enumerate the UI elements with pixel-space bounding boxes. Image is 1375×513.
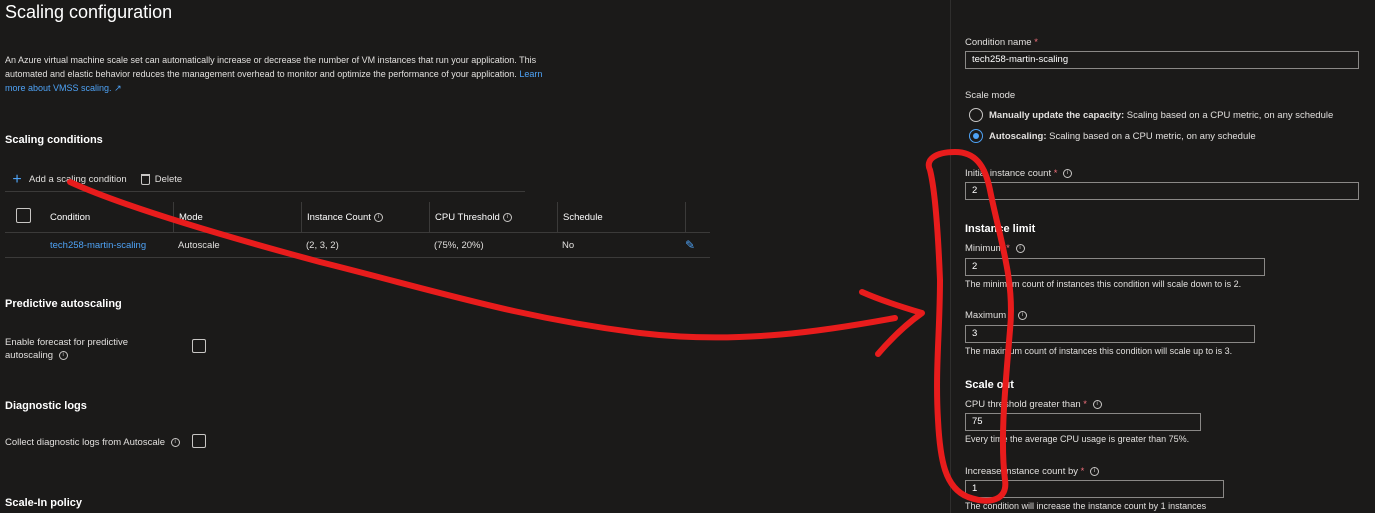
- info-icon[interactable]: i: [58, 350, 68, 360]
- column-cpu-threshold[interactable]: CPU Threshold i: [429, 201, 557, 233]
- column-mode[interactable]: Mode: [173, 201, 301, 233]
- minimum-input[interactable]: 2: [965, 258, 1265, 276]
- info-icon[interactable]: i: [1063, 168, 1073, 178]
- diagnostic-logs-checkbox[interactable]: [192, 434, 206, 448]
- increase-count-help-text: The condition will increase the instance…: [965, 501, 1207, 511]
- predictive-label: Enable forecast for predictive autoscali…: [5, 337, 129, 361]
- cpu-threshold-cell: (75%, 20%): [434, 239, 484, 251]
- edit-pencil-icon[interactable]: ✎: [685, 238, 710, 252]
- condition-name-input[interactable]: tech258-martin-scaling: [965, 51, 1359, 69]
- manual-mode-option[interactable]: Manually update the capacity: Scaling ba…: [969, 108, 1333, 122]
- trash-icon: [140, 174, 150, 185]
- condition-name-label: Condition name *: [965, 37, 1038, 48]
- column-condition[interactable]: Condition: [45, 212, 173, 223]
- column-schedule[interactable]: Schedule: [557, 201, 685, 233]
- minimum-help-text: The minimum count of instances this cond…: [965, 279, 1242, 289]
- info-icon[interactable]: i: [1090, 466, 1099, 476]
- predictive-autoscaling-checkbox[interactable]: [192, 339, 206, 353]
- diagnostic-logs-label: Collect diagnostic logs from Autoscale i: [5, 437, 180, 448]
- maximum-input[interactable]: 3: [965, 325, 1255, 343]
- select-all-checkbox[interactable]: [16, 208, 31, 223]
- external-link-icon: ↗: [114, 83, 122, 93]
- condition-link[interactable]: tech258-martin-scaling: [45, 240, 173, 251]
- cpu-threshold-label: CPU threshold greater than * i: [965, 399, 1102, 410]
- info-icon[interactable]: i: [1018, 310, 1028, 320]
- delete-label: Delete: [154, 174, 183, 185]
- scale-mode-label: Scale mode: [965, 90, 1016, 101]
- page-description: An Azure virtual machine scale set can a…: [5, 53, 565, 95]
- scale-in-policy-heading: Scale-In policy: [5, 497, 83, 509]
- info-icon[interactable]: i: [1092, 399, 1102, 409]
- maximum-help-text: The maximum count of instances this cond…: [965, 346, 1233, 356]
- column-instance-count[interactable]: Instance Count i: [301, 201, 429, 233]
- increase-count-label: Increase instance count by * i: [965, 466, 1099, 477]
- description-text: An Azure virtual machine scale set can a…: [5, 55, 537, 79]
- info-icon[interactable]: i: [1015, 243, 1025, 253]
- column-actions: [685, 201, 710, 233]
- condition-panel: Condition name * tech258-martin-scaling …: [950, 0, 1375, 513]
- predictive-autoscaling-heading: Predictive autoscaling: [5, 298, 122, 310]
- scale-out-heading: Scale out: [965, 379, 1014, 391]
- initial-instance-count-label: Initial instance count * i: [965, 168, 1073, 179]
- add-scaling-condition-button[interactable]: + Add a scaling condition: [5, 170, 127, 188]
- info-icon[interactable]: i: [170, 437, 180, 447]
- cpu-threshold-input[interactable]: 75: [965, 413, 1201, 431]
- plus-icon: +: [12, 170, 22, 188]
- minimum-label: Minimum * i: [965, 243, 1025, 254]
- diagnostic-logs-heading: Diagnostic logs: [5, 400, 87, 412]
- instance-limit-heading: Instance limit: [965, 223, 1036, 235]
- conditions-table: Condition Mode Instance Count i CPU Thres…: [5, 201, 710, 258]
- cpu-threshold-help-text: Every time the average CPU usage is grea…: [965, 434, 1190, 444]
- table-header: Condition Mode Instance Count i CPU Thres…: [5, 201, 710, 233]
- initial-instance-count-input[interactable]: 2: [965, 182, 1359, 200]
- info-icon[interactable]: i: [502, 212, 512, 222]
- conditions-toolbar: + Add a scaling condition Delete: [5, 168, 525, 192]
- manual-radio[interactable]: [969, 108, 983, 122]
- maximum-label: Maximum * i: [965, 310, 1028, 321]
- autoscaling-radio[interactable]: [969, 129, 983, 143]
- mode-cell: Autoscale: [178, 239, 220, 251]
- scaling-conditions-heading: Scaling conditions: [5, 134, 103, 146]
- main-content: Scaling configuration An Azure virtual m…: [0, 0, 950, 513]
- autoscaling-mode-option[interactable]: Autoscaling: Scaling based on a CPU metr…: [969, 129, 1256, 143]
- info-icon[interactable]: i: [373, 212, 383, 222]
- page-title: Scaling configuration: [5, 2, 173, 22]
- instance-count-cell: (2, 3, 2): [306, 239, 339, 251]
- schedule-cell: No: [562, 239, 575, 251]
- add-scaling-condition-label: Add a scaling condition: [29, 174, 127, 185]
- delete-button[interactable]: Delete: [139, 174, 182, 185]
- increase-count-input[interactable]: 1: [965, 480, 1224, 498]
- table-row: tech258-martin-scaling Autoscale (2, 3, …: [5, 233, 710, 258]
